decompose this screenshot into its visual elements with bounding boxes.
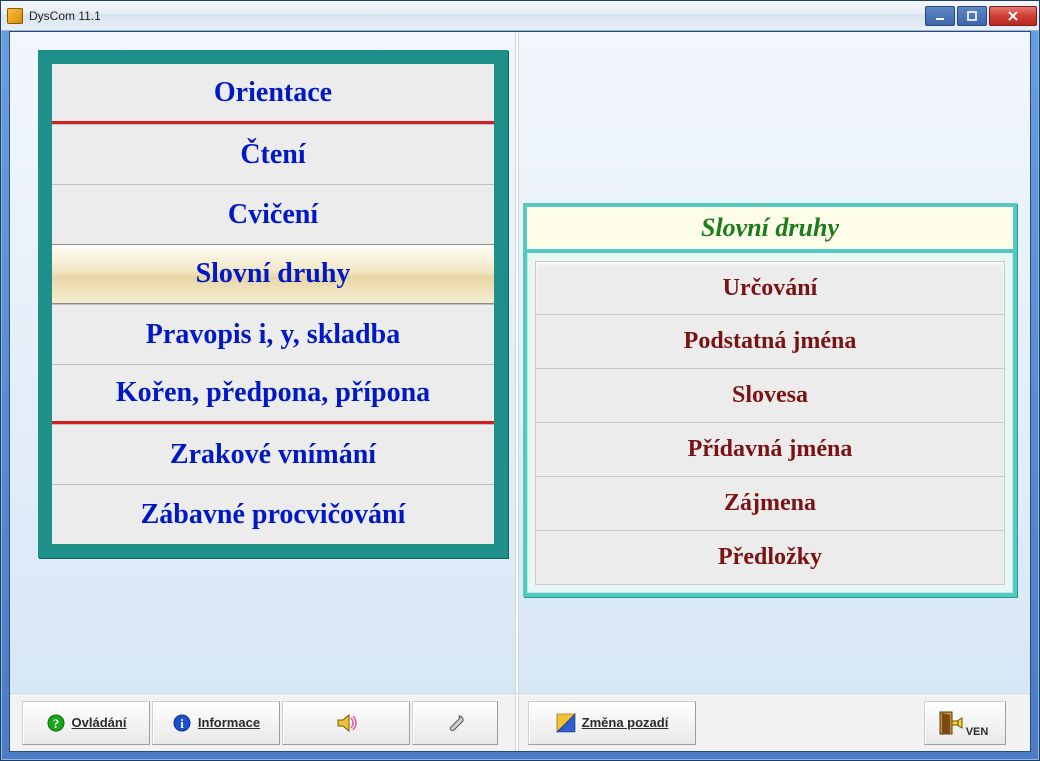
maximize-button[interactable] — [957, 6, 987, 26]
svg-text:?: ? — [52, 716, 59, 731]
sub-menu-item-label: Zájmena — [724, 490, 816, 517]
client-area: Orientace Čtení Cvičení Slovní druhy Pra… — [9, 31, 1031, 752]
sub-menu-item-zajmena[interactable]: Zájmena — [535, 477, 1005, 531]
sub-menu-list: Určování Podstatná jména Slovesa Přídavn… — [527, 253, 1013, 593]
main-menu-item-label: Čtení — [240, 139, 305, 171]
zmena-pozadi-button[interactable]: Změna pozadí — [528, 701, 696, 745]
settings-button[interactable] — [412, 701, 498, 745]
help-icon: ? — [46, 713, 66, 733]
main-menu-panel: Orientace Čtení Cvičení Slovní druhy Pra… — [38, 50, 508, 558]
ven-button[interactable]: VEN — [924, 701, 1006, 745]
sub-menu-item-podstatna-jmena[interactable]: Podstatná jména — [535, 315, 1005, 369]
informace-label: Informace — [198, 715, 260, 730]
exit-door-icon — [938, 710, 964, 736]
vertical-splitter[interactable] — [515, 32, 519, 693]
sub-menu-item-label: Určování — [723, 275, 818, 302]
main-menu-item-zabavne[interactable]: Zábavné procvičování — [52, 484, 494, 544]
svg-text:i: i — [180, 716, 184, 731]
main-menu-item-slovni-druhy[interactable]: Slovní druhy — [52, 244, 494, 304]
sub-menu-item-label: Podstatná jména — [684, 328, 857, 355]
ovladani-label: Ovládání — [72, 715, 127, 730]
sub-menu-item-label: Přídavná jména — [688, 436, 853, 463]
main-menu-item-label: Slovní druhy — [196, 258, 351, 290]
sound-button[interactable] — [282, 701, 410, 745]
window-buttons — [925, 6, 1037, 26]
informace-button[interactable]: i Informace — [152, 701, 280, 745]
main-menu-item-orientace[interactable]: Orientace — [52, 64, 494, 124]
window-title: DysCom 11.1 — [29, 9, 925, 23]
main-menu-item-cviceni[interactable]: Cvičení — [52, 184, 494, 244]
toolbar-splitter — [515, 694, 519, 751]
workspace: Orientace Čtení Cvičení Slovní druhy Pra… — [10, 32, 1030, 693]
app-icon — [7, 8, 23, 24]
zmena-pozadi-label: Změna pozadí — [582, 715, 669, 730]
minimize-button[interactable] — [925, 6, 955, 26]
main-menu-item-label: Zábavné procvičování — [141, 499, 406, 531]
ven-label: VEN — [966, 726, 989, 738]
main-menu-item-koren[interactable]: Kořen, předpona, přípona — [52, 364, 494, 424]
sub-menu-item-predlozky[interactable]: Předložky — [535, 531, 1005, 585]
sub-menu-title: Slovní druhy — [527, 207, 1013, 253]
main-menu-item-cteni[interactable]: Čtení — [52, 124, 494, 184]
bottom-toolbar: ? Ovládání i Informace — [10, 693, 1030, 751]
main-menu-item-label: Kořen, předpona, přípona — [116, 377, 430, 409]
app-window: DysCom 11.1 Orientace Čtení — [0, 0, 1040, 761]
main-menu-item-label: Cvičení — [228, 199, 318, 231]
ovladani-button[interactable]: ? Ovládání — [22, 701, 150, 745]
main-menu-item-label: Pravopis i, y, skladba — [146, 319, 400, 351]
main-menu-item-zrakove[interactable]: Zrakové vnímání — [52, 424, 494, 484]
background-icon — [556, 713, 576, 733]
close-button[interactable] — [989, 6, 1037, 26]
info-icon: i — [172, 713, 192, 733]
sub-menu-item-slovesa[interactable]: Slovesa — [535, 369, 1005, 423]
main-menu-item-pravopis[interactable]: Pravopis i, y, skladba — [52, 304, 494, 364]
wrench-icon — [445, 713, 465, 733]
main-menu-item-label: Orientace — [214, 77, 332, 109]
sub-menu-item-urcovani[interactable]: Určování — [535, 261, 1005, 315]
speaker-icon — [336, 713, 356, 733]
sub-menu-item-label: Slovesa — [732, 382, 808, 409]
window-titlebar: DysCom 11.1 — [1, 1, 1039, 31]
main-menu-item-label: Zrakové vnímání — [170, 439, 376, 471]
sub-menu-item-label: Předložky — [718, 544, 822, 571]
sub-menu-item-pridavna-jmena[interactable]: Přídavná jména — [535, 423, 1005, 477]
sub-menu-panel: Slovní druhy Určování Podstatná jména Sl… — [523, 203, 1017, 597]
